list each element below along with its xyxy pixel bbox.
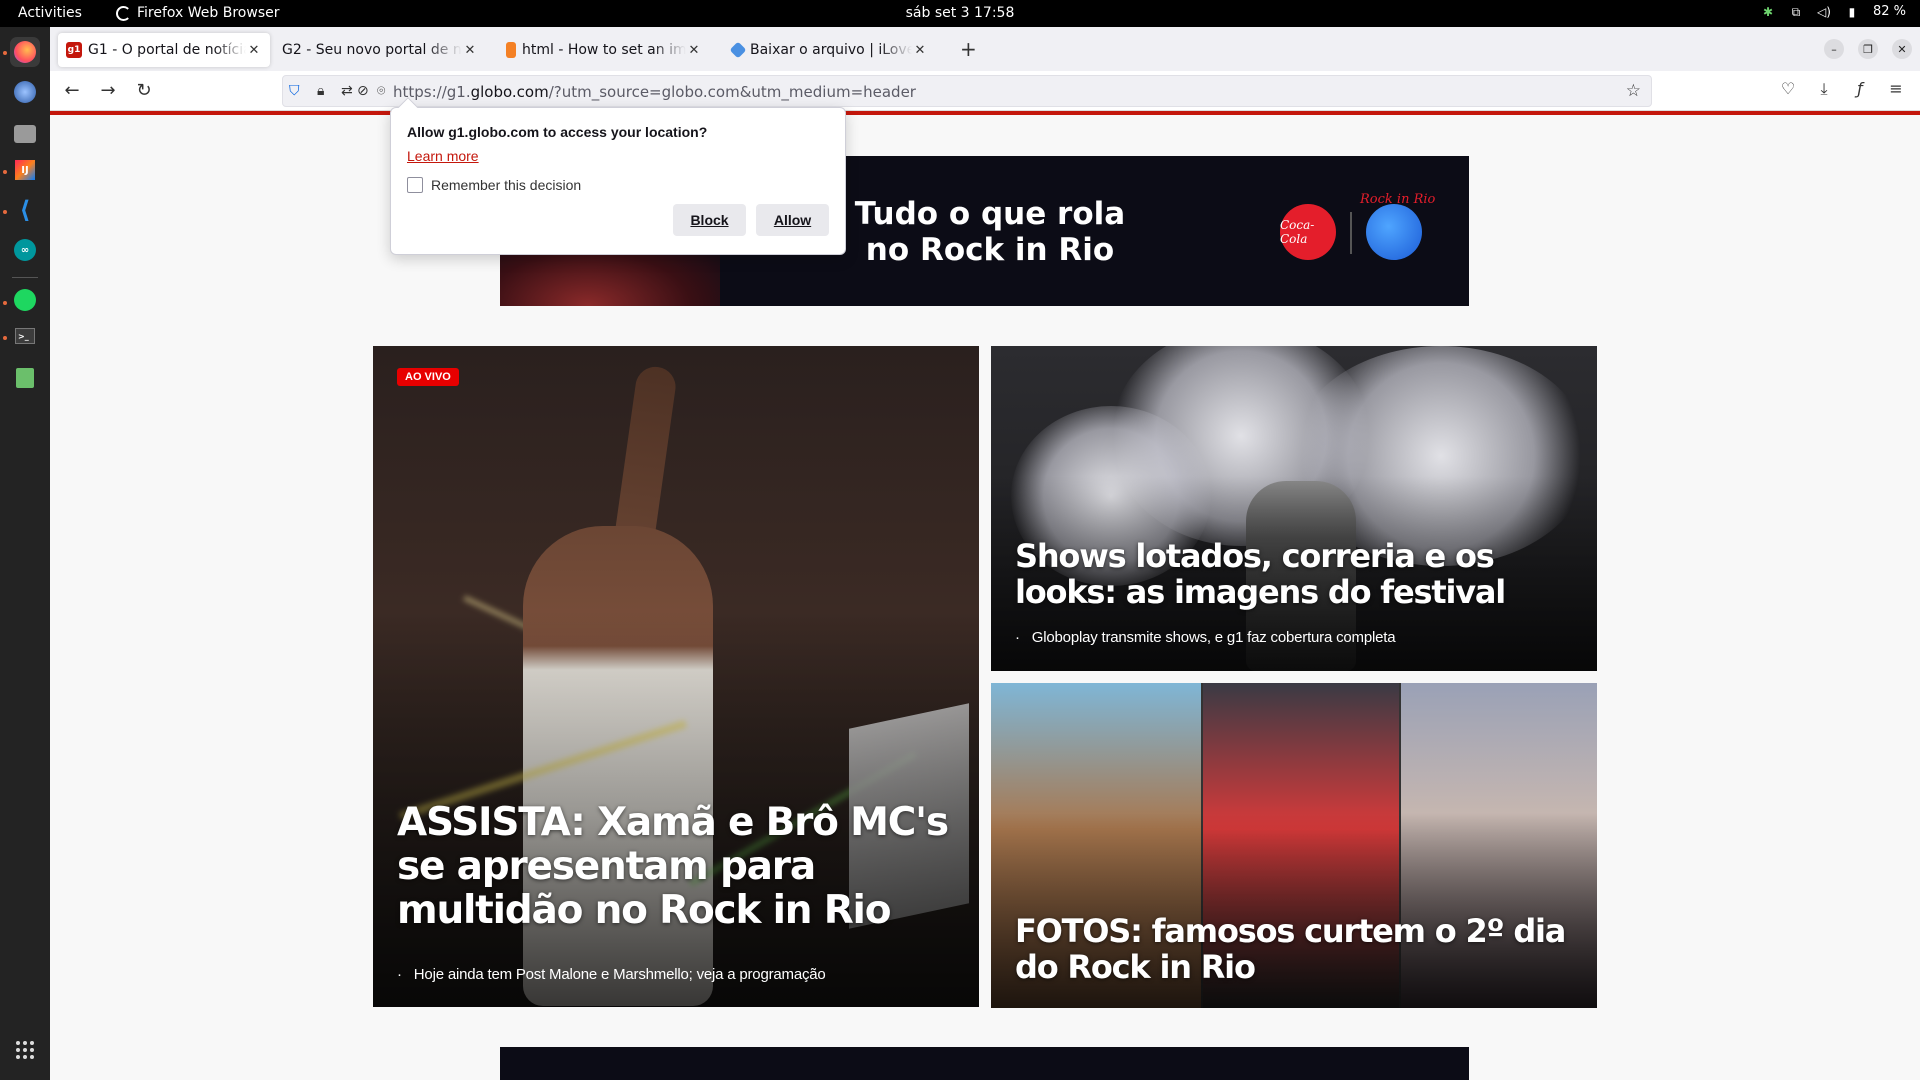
tab-g2[interactable]: G2 - Seu novo portal de notícias ✕: [274, 33, 486, 67]
news-card-celebrities[interactable]: FOTOS: famosos curtem o 2º dia do Rock i…: [991, 683, 1597, 1008]
navigation-toolbar: ← → ↻ ⛉ 🔒︎ ⇄ ⊘ ⌾ https://g1.globo.com/?u…: [50, 71, 1920, 111]
coca-cola-logo: Coca-Cola: [1280, 204, 1336, 260]
remember-decision[interactable]: Remember this decision: [407, 177, 581, 193]
news-card-main[interactable]: AO VIVO ASSISTA: Xamã e Brô MC's se apre…: [373, 346, 979, 1007]
banner-divider: [1350, 212, 1352, 254]
dock-separator: [12, 277, 38, 278]
extensions-icon[interactable]: ƒ: [1848, 79, 1872, 98]
tab-iloveimg[interactable]: Baixar o arquivo | iLoveIMG ✕: [724, 33, 936, 67]
remember-checkbox[interactable]: [407, 177, 423, 193]
allow-button[interactable]: Allow: [756, 204, 829, 236]
bookmark-star-icon[interactable]: ☆: [1626, 81, 1641, 101]
back-icon[interactable]: ←: [60, 79, 84, 103]
system-top-bar: Activities Firefox Web Browser sáb set 3…: [0, 0, 1920, 27]
remember-label: Remember this decision: [431, 177, 582, 193]
url-text[interactable]: https://g1.globo.com/?utm_source=globo.c…: [393, 83, 916, 101]
permissions-icon[interactable]: ⇄: [341, 83, 353, 99]
volume-icon: ◁): [1817, 4, 1831, 19]
network-indicator-icon: ✱: [1762, 4, 1773, 19]
restore-icon[interactable]: ❐: [1858, 39, 1878, 59]
terminal-dock-icon[interactable]: >_: [10, 321, 40, 351]
card-gradient: [991, 346, 1597, 671]
headline[interactable]: Shows lotados, correria e os looks: as i…: [1015, 538, 1573, 610]
clock[interactable]: sáb set 3 17:58: [906, 5, 1015, 21]
tab-g1[interactable]: g1 G1 - O portal de notícias da Globo ✕: [58, 33, 270, 67]
battery-percent: 82 %: [1872, 4, 1906, 19]
dock: IJ ⟨ ∞ >_: [0, 27, 50, 1080]
close-tab-icon[interactable]: ✕: [246, 43, 262, 58]
rock-in-rio-globe-logo: [1366, 204, 1422, 260]
battery-icon: ▮: [1848, 4, 1856, 19]
location-icon[interactable]: ⌾: [377, 83, 385, 99]
arduino-dock-icon[interactable]: ∞: [10, 235, 40, 265]
tab-title: html - How to set an image: [522, 42, 686, 58]
wired-network-icon: ⧉: [1791, 4, 1801, 19]
rock-in-rio-wordmark: Rock in Rio: [1360, 192, 1436, 207]
running-indicator: [3, 170, 7, 174]
intellij-dock-icon[interactable]: IJ: [10, 155, 40, 185]
downloads-icon[interactable]: ⤓: [1812, 79, 1836, 99]
thunderbird-dock-icon[interactable]: [10, 77, 40, 107]
url-bar[interactable]: ⛉ 🔒︎ ⇄ ⊘ ⌾ https://g1.globo.com/?utm_sou…: [282, 75, 1652, 107]
related-link[interactable]: Hoje ainda tem Post Malone e Marshmello;…: [397, 966, 955, 983]
system-tray[interactable]: ✱ ⧉ ◁) ▮ 82 %: [1761, 4, 1906, 19]
live-badge: AO VIVO: [397, 368, 459, 386]
spotify-dock-icon[interactable]: [10, 285, 40, 315]
minimize-icon[interactable]: –: [1824, 39, 1844, 59]
lock-icon[interactable]: 🔒︎: [317, 83, 324, 99]
running-indicator: [3, 51, 7, 55]
app-menu[interactable]: Firefox Web Browser: [116, 5, 280, 21]
permission-question: Allow g1.globo.com to access your locati…: [407, 124, 708, 140]
g1-favicon-icon: g1: [66, 42, 82, 58]
block-button[interactable]: Block: [673, 204, 746, 236]
menu-icon[interactable]: ≡: [1884, 79, 1908, 98]
running-indicator: [3, 336, 7, 340]
close-tab-icon[interactable]: ✕: [686, 43, 702, 58]
pocket-icon[interactable]: ♡: [1776, 79, 1800, 98]
page-content: Tudo o que rola no Rock in Rio Coca-Cola…: [50, 115, 1920, 1080]
learn-more-link[interactable]: Learn more: [407, 148, 479, 164]
activities-button[interactable]: Activities: [18, 5, 82, 21]
headline[interactable]: FOTOS: famosos curtem o 2º dia do Rock i…: [1015, 913, 1573, 985]
url-suffix: /?utm_source=globo.com&utm_medium=header: [548, 83, 916, 101]
banner-line2: no Rock in Rio: [865, 232, 1115, 268]
tab-title: G1 - O portal de notícias da Globo: [88, 42, 246, 58]
related-link[interactable]: Globoplay transmite shows, e g1 faz cobe…: [1015, 629, 1573, 646]
running-indicator: [3, 301, 7, 305]
firefox-icon: [116, 5, 131, 21]
tab-stackoverflow[interactable]: html - How to set an image ✕: [498, 33, 710, 67]
ad-banner-bottom[interactable]: [500, 1047, 1469, 1080]
firefox-dock-icon[interactable]: [10, 37, 40, 67]
files-dock-icon[interactable]: [10, 119, 40, 149]
news-card-festival-images[interactable]: Shows lotados, correria e os looks: as i…: [991, 346, 1597, 671]
app-name: Firefox Web Browser: [137, 5, 280, 21]
close-window-icon[interactable]: ✕: [1892, 39, 1912, 59]
running-indicator: [3, 210, 7, 214]
location-permission-popup: Allow g1.globo.com to access your locati…: [390, 97, 846, 255]
tab-title: Baixar o arquivo | iLoveIMG: [750, 42, 912, 58]
url-domain: globo.com: [470, 83, 549, 101]
iloveimg-favicon-icon: [729, 41, 747, 59]
reload-icon[interactable]: ↻: [132, 79, 156, 103]
banner-text: Tudo o que rola no Rock in Rio: [850, 196, 1130, 268]
show-apps-icon[interactable]: [16, 1041, 34, 1059]
blocked-media-icon[interactable]: ⊘: [357, 83, 369, 99]
url-prefix: https://g1.: [393, 83, 471, 101]
banner-line1: Tudo o que rola: [854, 196, 1126, 232]
vscode-dock-icon[interactable]: ⟨: [10, 195, 40, 225]
tab-title: G2 - Seu novo portal de notícias: [282, 42, 462, 58]
close-tab-icon[interactable]: ✕: [912, 43, 928, 58]
close-tab-icon[interactable]: ✕: [462, 43, 478, 58]
forward-icon[interactable]: →: [96, 79, 120, 103]
trash-dock-icon[interactable]: [10, 363, 40, 393]
new-tab-icon[interactable]: +: [960, 39, 977, 59]
clock-container: sáb set 3 17:58: [0, 5, 1920, 21]
stackoverflow-favicon-icon: [506, 42, 516, 58]
tab-strip: g1 G1 - O portal de notícias da Globo ✕ …: [50, 27, 1920, 71]
headline[interactable]: ASSISTA: Xamã e Brô MC's se apresentam p…: [397, 801, 955, 933]
tracking-shield-icon[interactable]: ⛉: [289, 83, 300, 99]
